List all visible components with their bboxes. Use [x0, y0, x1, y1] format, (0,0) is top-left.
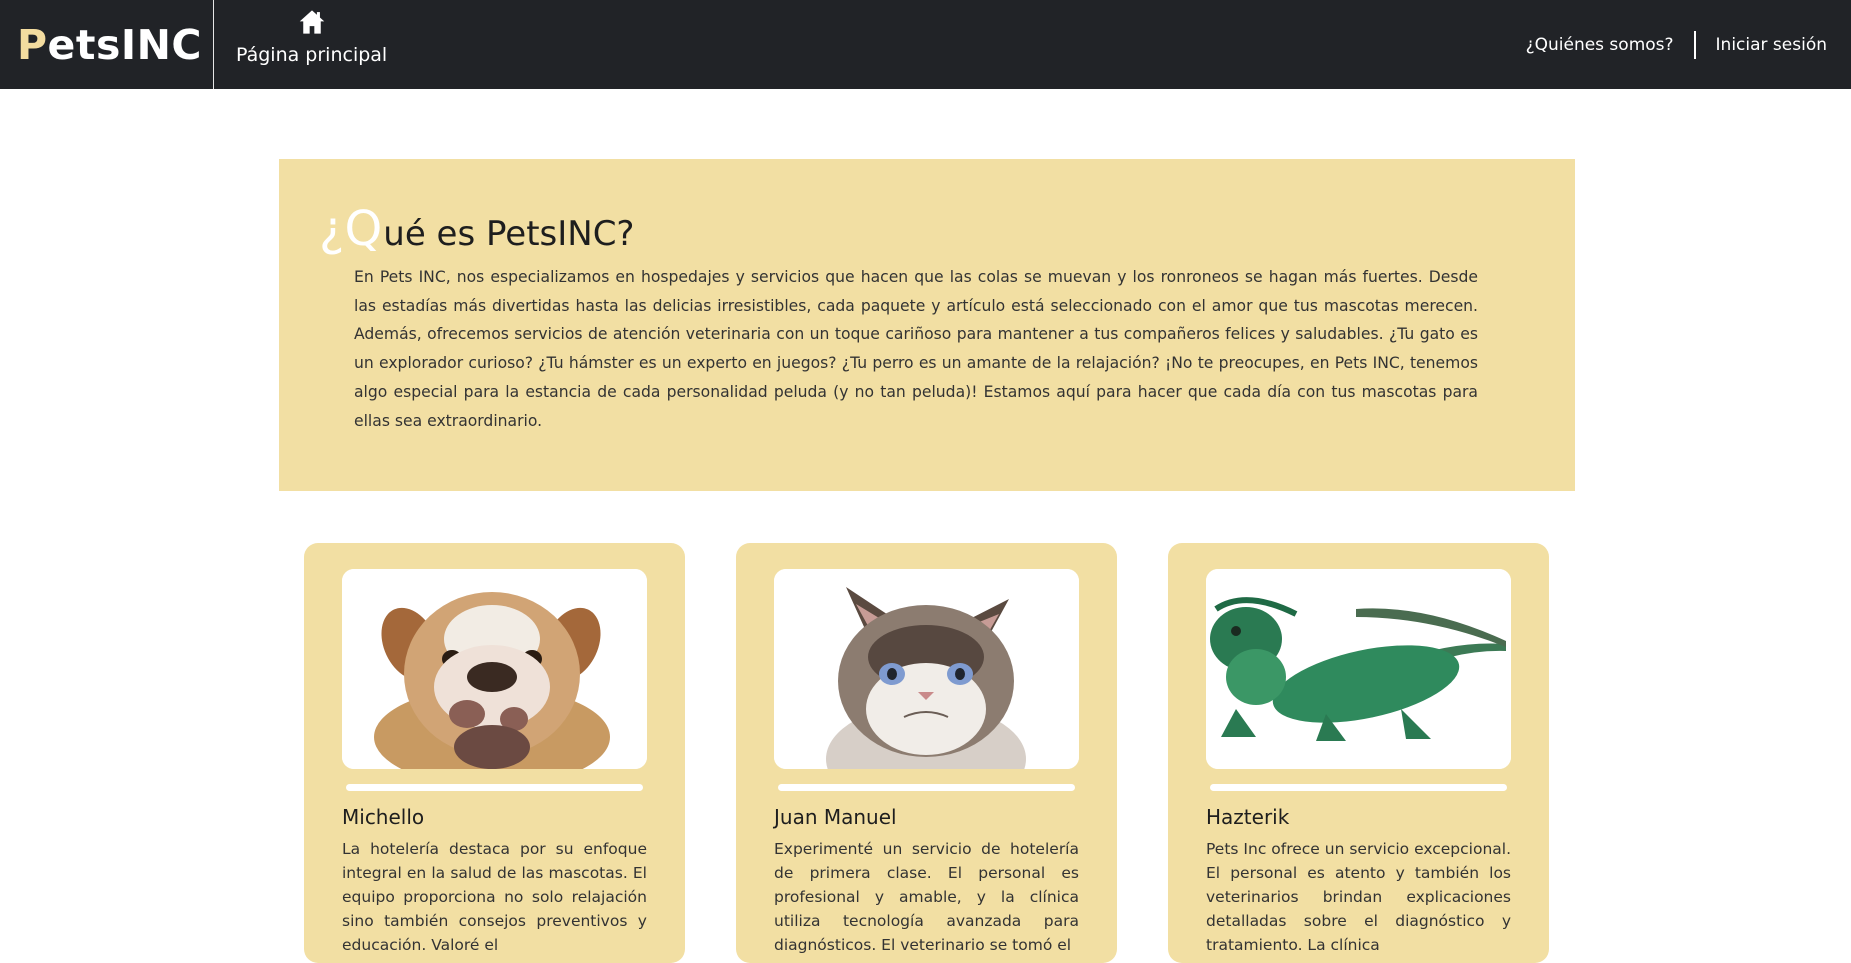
nav-link-about-us[interactable]: ¿Quiénes somos?: [1506, 35, 1694, 55]
home-link-label: Página principal: [236, 44, 388, 66]
about-title-first: ¿Q: [319, 201, 383, 257]
about-section: ¿Q ué es PetsINC? En Pets INC, nos especi…: [279, 159, 1575, 491]
about-description: En Pets INC, nos especializamos en hospe…: [354, 268, 1478, 430]
testimonial-text: Experimenté un servicio de hotelería de …: [774, 840, 1079, 954]
testimonial-name: Hazterik: [1206, 805, 1290, 829]
brand-logo-rest: etsINC: [47, 20, 203, 69]
grumpy-cat-photo: [774, 569, 1079, 769]
about-title: ¿Q ué es PetsINC?: [319, 205, 634, 254]
bulldog-photo: [342, 569, 647, 769]
house-icon: [298, 8, 326, 40]
testimonial-card: Hazterik Pets Inc ofrece un servicio exc…: [1168, 543, 1549, 963]
brand-logo-first-letter: P: [16, 20, 48, 69]
card-divider: [346, 784, 643, 791]
brand-logo[interactable]: PetsINC: [0, 0, 214, 89]
top-navbar: PetsINC Página principal ¿Quiénes somos?…: [0, 0, 1851, 89]
testimonial-name: Juan Manuel: [774, 805, 897, 829]
home-link[interactable]: Página principal: [236, 8, 387, 66]
testimonial-name: Michello: [342, 805, 425, 829]
testimonial-card: Juan Manuel Experimenté un servicio de h…: [736, 543, 1117, 963]
about-title-rest: ué es PetsINC?: [383, 214, 635, 254]
testimonial-text: Pets Inc ofrece un servicio excepcional.…: [1206, 840, 1511, 954]
nav-link-login[interactable]: Iniciar sesión: [1696, 35, 1847, 55]
testimonial-text: La hotelería destaca por su enfoque inte…: [342, 840, 647, 954]
card-divider: [778, 784, 1075, 791]
nav-right: ¿Quiénes somos? Iniciar sesión: [1506, 0, 1847, 89]
testimonial-card: Michello La hotelería destaca por su enf…: [304, 543, 685, 963]
iguana-photo: [1206, 569, 1511, 769]
card-divider: [1210, 784, 1507, 791]
